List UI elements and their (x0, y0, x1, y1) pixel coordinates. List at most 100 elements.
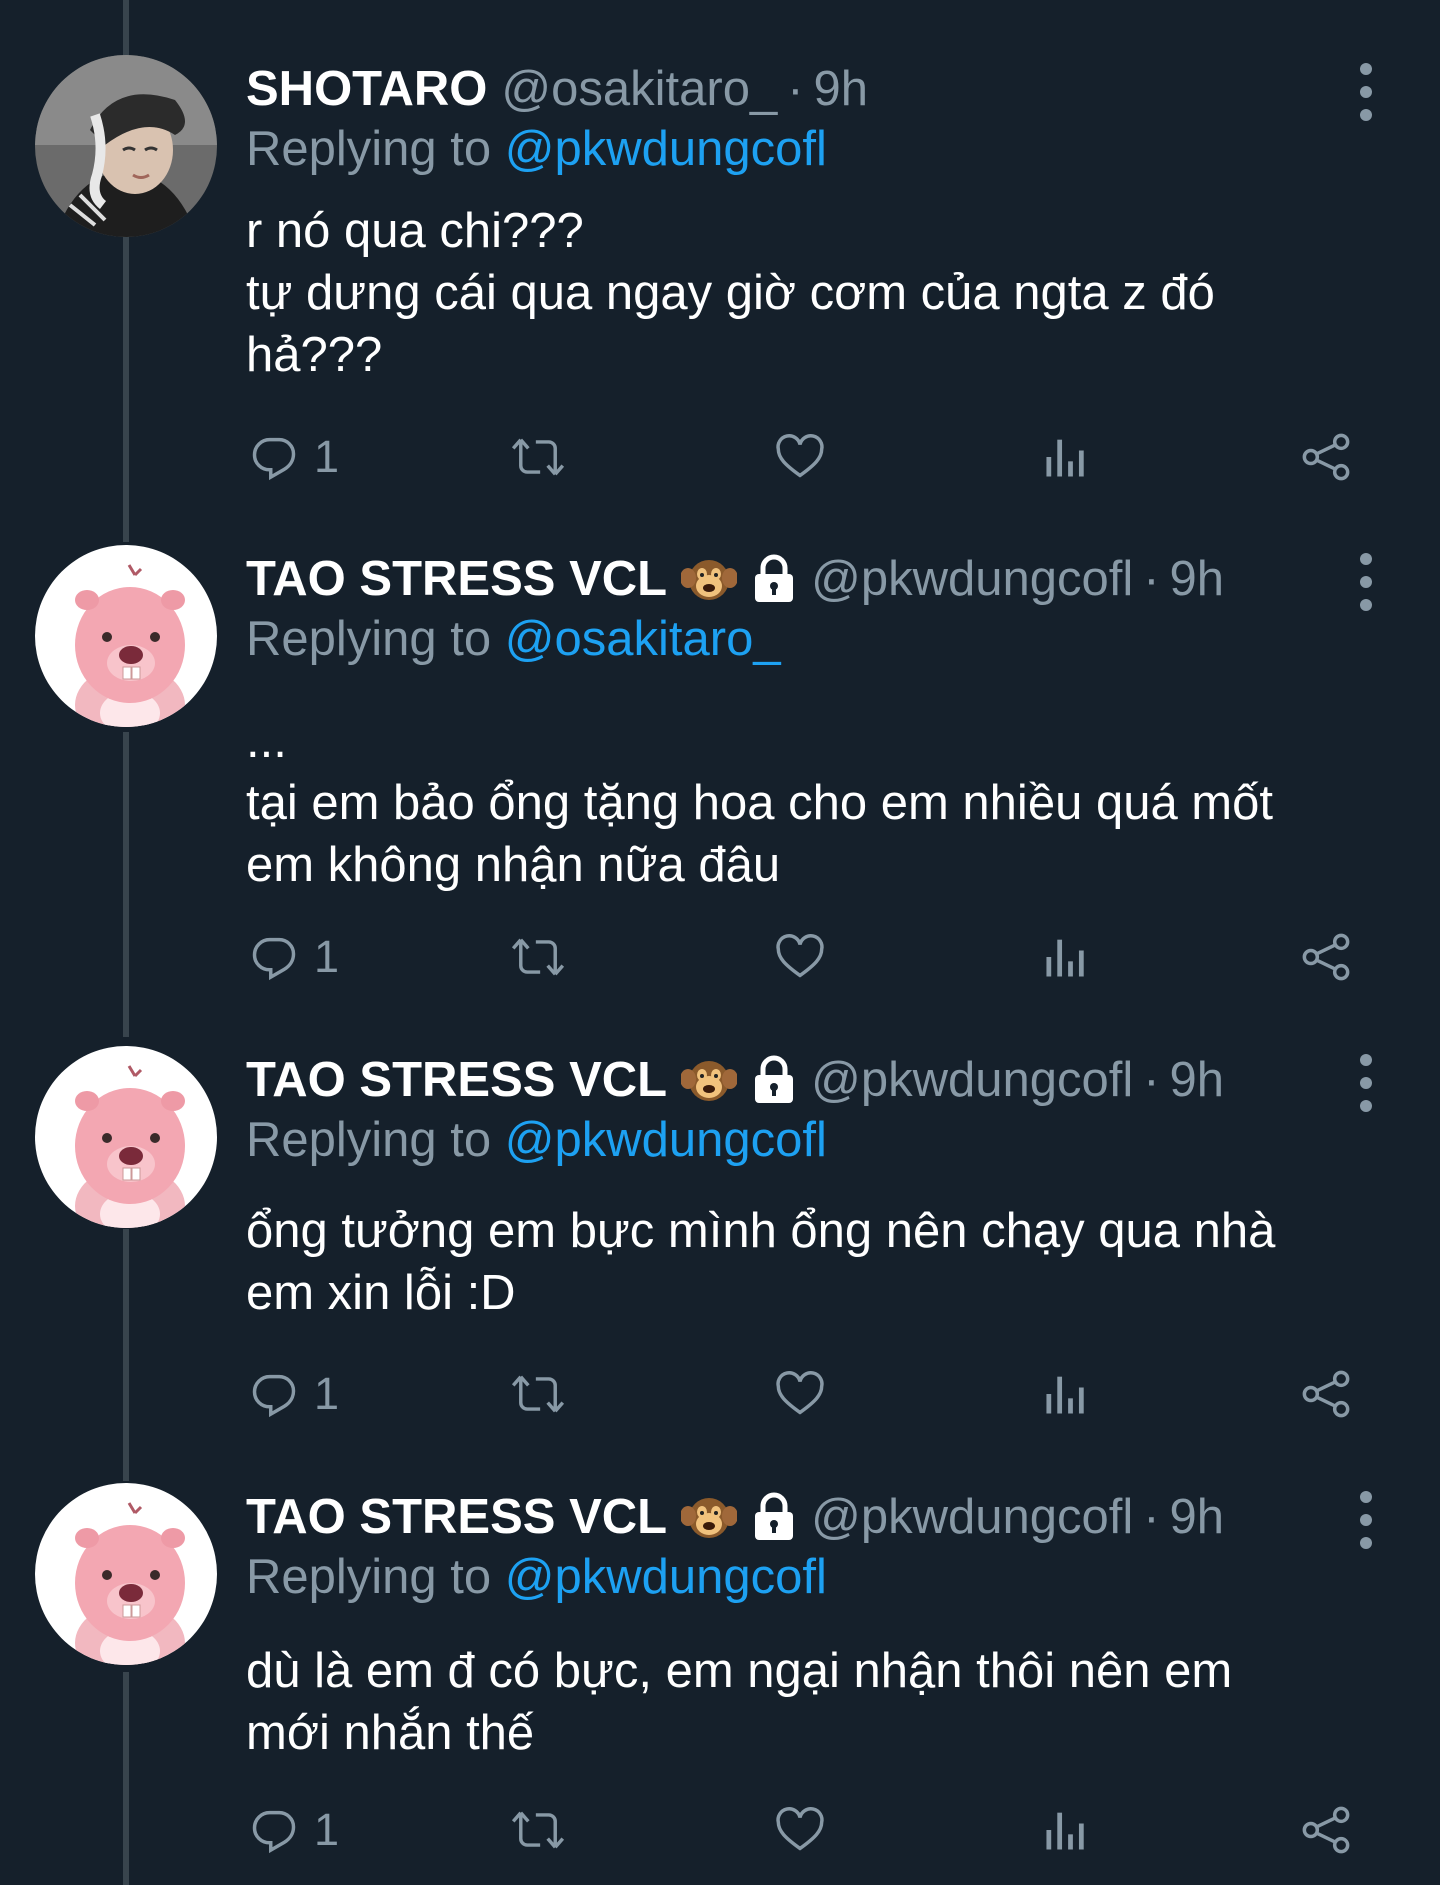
retweet-button[interactable] (510, 1364, 566, 1424)
separator-dot: · (1143, 1490, 1160, 1544)
more-icon[interactable] (1352, 553, 1380, 611)
analytics-button[interactable] (1042, 1364, 1086, 1424)
lock-icon (751, 554, 797, 604)
tweet[interactable]: SHOTARO @osakitaro_ · 9h Replying to @pkwdun… (0, 55, 1440, 487)
analytics-icon (1042, 931, 1086, 983)
like-button[interactable] (773, 1800, 827, 1860)
share-icon (1300, 1804, 1352, 1856)
separator-dot: · (1143, 552, 1160, 606)
share-icon (1300, 1368, 1352, 1420)
separator-dot: · (787, 62, 804, 116)
tweet-text-line: tại em bảo ổng tặng hoa cho em nhiều quá… (246, 776, 1273, 830)
user-handle[interactable]: @pkwdungcofl (811, 1052, 1133, 1108)
tweet-text-line: em không nhận nữa đâu (246, 838, 781, 892)
replying-to: Replying to @osakitaro_ (246, 611, 781, 667)
timestamp[interactable]: 9h (1170, 1489, 1225, 1545)
reply-count: 1 (314, 1368, 340, 1419)
analytics-icon (1042, 431, 1086, 483)
like-button[interactable] (773, 427, 827, 487)
like-button[interactable] (773, 1364, 827, 1424)
more-icon[interactable] (1352, 1491, 1380, 1549)
monkey-emoji-icon (681, 1492, 738, 1542)
reply-count: 1 (314, 931, 340, 982)
retweet-icon (510, 931, 566, 983)
tweet-header: TAO STRESS VCL @pkwdungcofl · 9h (246, 549, 1224, 609)
reply-button[interactable]: 1 (248, 427, 339, 487)
tweet-text-line: ... (246, 714, 287, 768)
tweet-text: ... tại em bảo ổng tặng hoa cho em nhiều … (246, 710, 1396, 896)
avatar[interactable] (35, 545, 217, 727)
like-button[interactable] (773, 927, 827, 987)
tweet-actions: 1 (0, 1364, 1440, 1424)
retweet-button[interactable] (510, 427, 566, 487)
share-button[interactable] (1300, 427, 1352, 487)
reply-icon (248, 1368, 300, 1420)
tweet[interactable]: TAO STRESS VCL @pkwdungcofl · 9h Replying t… (0, 1483, 1440, 1860)
timestamp[interactable]: 9h (1170, 1052, 1225, 1108)
mention-link[interactable]: @pkwdungcofl (505, 1113, 827, 1167)
avatar[interactable] (35, 1483, 217, 1665)
tweet-actions: 1 (0, 427, 1440, 487)
display-name[interactable]: TAO STRESS VCL (246, 1489, 667, 1545)
analytics-button[interactable] (1042, 927, 1086, 987)
tweet-actions: 1 (0, 927, 1440, 987)
retweet-icon (510, 431, 566, 483)
tweet-header: SHOTARO @osakitaro_ · 9h (246, 59, 868, 119)
tweet-header: TAO STRESS VCL @pkwdungcofl · 9h (246, 1050, 1224, 1110)
monkey-emoji-icon (681, 1055, 738, 1105)
reply-button[interactable]: 1 (248, 1364, 339, 1424)
mention-link[interactable]: @pkwdungcofl (505, 122, 827, 176)
tweet[interactable]: TAO STRESS VCL @pkwdungcofl · 9h Replying t… (0, 545, 1440, 987)
reply-icon (248, 931, 300, 983)
mention-link[interactable]: @pkwdungcofl (505, 1550, 827, 1604)
reply-count: 1 (314, 431, 340, 482)
retweet-icon (510, 1804, 566, 1856)
tweet-text-line: dù là em đ có bực, em ngại nhận thôi nên… (246, 1644, 1233, 1698)
tweet-text-line: em xin lỗi :D (246, 1266, 516, 1320)
reply-button[interactable]: 1 (248, 1800, 339, 1860)
mention-link[interactable]: @osakitaro_ (505, 612, 781, 666)
timestamp[interactable]: 9h (814, 61, 869, 117)
user-handle[interactable]: @pkwdungcofl (811, 1489, 1133, 1545)
display-name[interactable]: SHOTARO (246, 61, 487, 117)
retweet-button[interactable] (510, 1800, 566, 1860)
like-icon (773, 1804, 827, 1856)
monkey-emoji-icon (681, 554, 738, 604)
separator-dot: · (1143, 1053, 1160, 1107)
like-icon (773, 931, 827, 983)
user-handle[interactable]: @pkwdungcofl (811, 551, 1133, 607)
tweet-text-line: tự dưng cái qua ngay giờ cơm của ngta z … (246, 266, 1215, 320)
user-handle[interactable]: @osakitaro_ (501, 61, 777, 117)
retweet-icon (510, 1368, 566, 1420)
share-icon (1300, 931, 1352, 983)
analytics-icon (1042, 1804, 1086, 1856)
reply-icon (248, 431, 300, 483)
replying-to: Replying to @pkwdungcofl (246, 1112, 827, 1168)
timestamp[interactable]: 9h (1170, 551, 1225, 607)
tweet-text: ổng tưởng em bực mình ổng nên chạy qua n… (246, 1200, 1396, 1324)
more-icon[interactable] (1352, 1054, 1380, 1112)
tweet-text: dù là em đ có bực, em ngại nhận thôi nên… (246, 1640, 1396, 1764)
more-icon[interactable] (1352, 63, 1380, 121)
share-icon (1300, 431, 1352, 483)
display-name[interactable]: TAO STRESS VCL (246, 551, 667, 607)
share-button[interactable] (1300, 1364, 1352, 1424)
tweet-text-line: r nó qua chi??? (246, 204, 584, 258)
avatar[interactable] (35, 55, 217, 237)
share-button[interactable] (1300, 1800, 1352, 1860)
replying-to-label: Replying to (246, 612, 492, 666)
analytics-button[interactable] (1042, 427, 1086, 487)
replying-to-label: Replying to (246, 1550, 492, 1604)
reply-button[interactable]: 1 (248, 927, 339, 987)
tweet[interactable]: TAO STRESS VCL @pkwdungcofl · 9h Replying t… (0, 1046, 1440, 1424)
avatar[interactable] (35, 1046, 217, 1228)
replying-to: Replying to @pkwdungcofl (246, 1549, 827, 1605)
analytics-icon (1042, 1368, 1086, 1420)
retweet-button[interactable] (510, 927, 566, 987)
tweet-text-line: mới nhắn thế (246, 1706, 535, 1760)
share-button[interactable] (1300, 927, 1352, 987)
tweet-text: r nó qua chi??? tự dưng cái qua ngay giờ … (246, 200, 1396, 386)
display-name[interactable]: TAO STRESS VCL (246, 1052, 667, 1108)
replying-to-label: Replying to (246, 1113, 492, 1167)
analytics-button[interactable] (1042, 1800, 1086, 1860)
